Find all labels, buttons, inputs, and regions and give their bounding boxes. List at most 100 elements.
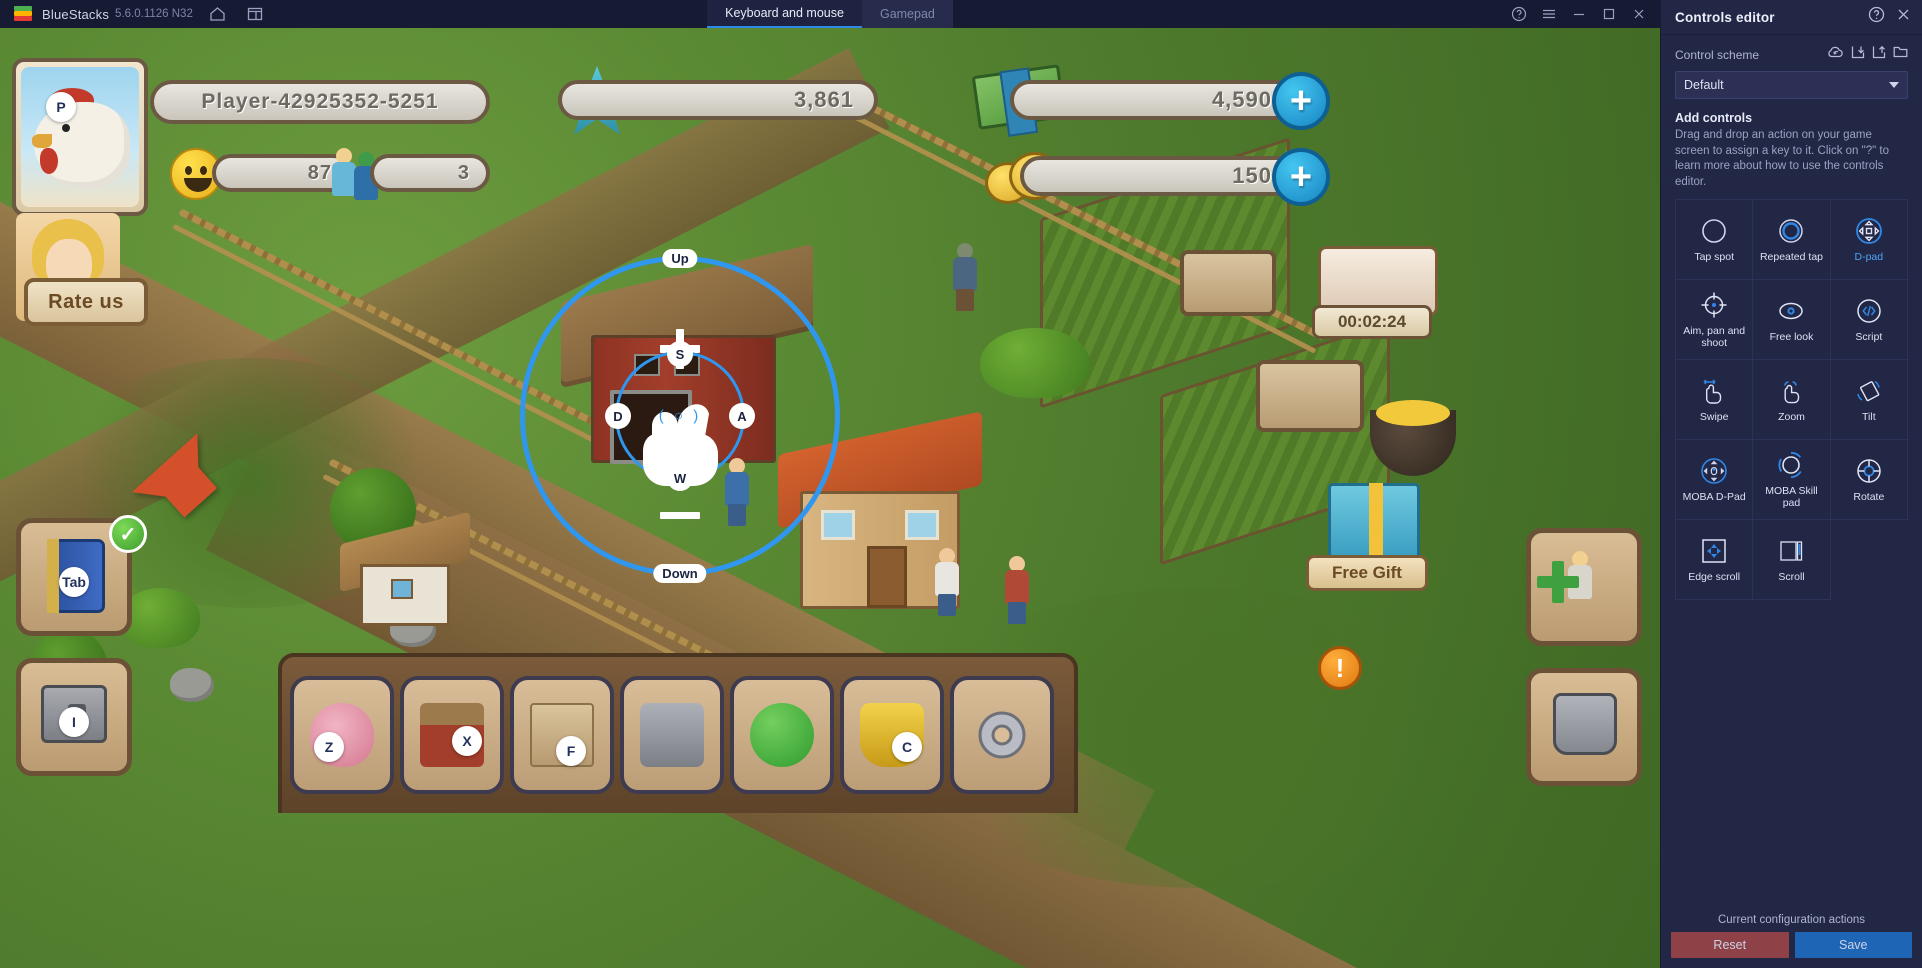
cloud-sync-icon[interactable]: [1827, 45, 1844, 64]
sign-board[interactable]: [1180, 250, 1276, 316]
folder-icon[interactable]: [1893, 45, 1908, 64]
control-tile-moba-d-pad[interactable]: MOBA D-Pad: [1676, 440, 1754, 521]
help-icon[interactable]: [1504, 0, 1534, 28]
minimize-icon[interactable]: [1564, 0, 1594, 28]
workers-counter: 3: [370, 154, 490, 192]
control-tile-free-look[interactable]: Free look: [1753, 280, 1831, 361]
player-avatar[interactable]: P: [12, 58, 148, 216]
config-actions-label: Current configuration actions: [1717, 914, 1866, 926]
bluestacks-window: BlueStacks 5.6.0.1126 N32 Keyboard and m…: [0, 0, 1922, 968]
control-tile-label: Aim, pan and shoot: [1683, 325, 1746, 350]
help-circle-icon[interactable]: [1868, 6, 1885, 28]
moba-dpad-icon: [1699, 456, 1729, 486]
control-tile-tap-spot[interactable]: Tap spot: [1676, 200, 1754, 281]
add-friend-icon: [1537, 561, 1579, 603]
toolbar-slot-pig-cart[interactable]: Z: [290, 676, 394, 794]
add-coin-button[interactable]: +: [1272, 148, 1330, 206]
window-controls: [1504, 0, 1660, 28]
close-icon[interactable]: [1624, 0, 1654, 28]
free-gift-button[interactable]: Free Gift: [1306, 555, 1428, 591]
keybind-badge-slot-1[interactable]: Z: [314, 732, 344, 762]
toolbar-slot-chat[interactable]: [730, 676, 834, 794]
toolbar-slot-settings[interactable]: [950, 676, 1054, 794]
chevron-down-icon: [1889, 82, 1899, 88]
bag-button[interactable]: [1526, 668, 1642, 786]
overlay-down-label[interactable]: Down: [653, 564, 707, 583]
overlay-key-a[interactable]: A: [729, 403, 755, 429]
lock-icon: [640, 703, 704, 767]
import-icon[interactable]: [1851, 45, 1865, 64]
game-viewport[interactable]: P Player-42925352-5251 87 3 3 3,861 4,59…: [0, 28, 1660, 968]
control-tile-edge-scroll[interactable]: Edge scroll: [1676, 520, 1754, 601]
add-cash-button[interactable]: +: [1272, 72, 1330, 130]
cash-counter: 4,590: [1010, 80, 1300, 120]
overlay-key-d[interactable]: D: [605, 403, 631, 429]
tilt-icon: [1854, 376, 1884, 406]
close-icon[interactable]: [1895, 6, 1912, 28]
control-tile-label: Tap spot: [1694, 251, 1735, 264]
keybind-badge-slot-2[interactable]: X: [452, 726, 482, 756]
control-tile-swipe[interactable]: Swipe: [1676, 360, 1754, 441]
control-tile-scroll[interactable]: Scroll: [1753, 520, 1831, 601]
control-tile-label: Free look: [1769, 331, 1814, 344]
control-tile-rotate[interactable]: Rotate: [1830, 440, 1908, 521]
toolbar-slot-barn[interactable]: X: [400, 676, 504, 794]
control-tile-tilt[interactable]: Tilt: [1830, 360, 1908, 441]
keybind-badge-avatar[interactable]: P: [46, 92, 76, 122]
gift-box-icon[interactable]: [1328, 483, 1420, 565]
sign-board[interactable]: [1256, 360, 1364, 432]
gear-icon: [970, 703, 1034, 767]
control-scheme-dropdown[interactable]: Default: [1675, 71, 1908, 99]
reset-button[interactable]: Reset: [1671, 932, 1789, 958]
control-tiles-grid: Tap spot Repeated tap D-pad Aim, pan and…: [1675, 199, 1908, 601]
control-tile-repeated-tap[interactable]: Repeated tap: [1753, 200, 1831, 281]
overlay-key-w[interactable]: W: [667, 465, 693, 491]
control-tile-label: MOBA Skill pad: [1765, 485, 1818, 510]
control-tile-script[interactable]: Script: [1830, 280, 1908, 361]
zoom-icon: [1776, 376, 1806, 406]
scarecrow[interactable]: [948, 243, 982, 323]
rock: [170, 668, 214, 702]
friends-button[interactable]: [1526, 528, 1642, 646]
keybind-badge-slot-6[interactable]: C: [892, 732, 922, 762]
home-icon[interactable]: [205, 3, 231, 25]
keybind-badge-chest[interactable]: I: [59, 707, 89, 737]
inventory-chest-button[interactable]: I: [16, 658, 132, 776]
export-icon[interactable]: [1872, 45, 1886, 64]
maximize-icon[interactable]: [1594, 0, 1624, 28]
multi-instance-icon[interactable]: [243, 3, 269, 25]
swipe-icon: [1699, 376, 1729, 406]
villager-character[interactable]: [1000, 556, 1034, 626]
toolbar-slot-boxes[interactable]: F: [510, 676, 614, 794]
controls-editor-title: Controls editor: [1675, 9, 1775, 25]
alert-badge[interactable]: !: [1318, 646, 1362, 690]
control-tile-d-pad[interactable]: D-pad: [1830, 200, 1908, 281]
control-tile-label: MOBA D-Pad: [1682, 491, 1746, 504]
rate-us-button[interactable]: Rate us: [24, 278, 148, 326]
control-tile-zoom[interactable]: Zoom: [1753, 360, 1831, 441]
save-button[interactable]: Save: [1794, 932, 1912, 958]
overlay-key-s[interactable]: S: [667, 341, 693, 367]
app-version: 5.6.0.1126 N32: [115, 8, 193, 20]
control-tile-aim-pan-and-shoot[interactable]: Aim, pan and shoot: [1676, 280, 1754, 361]
quests-book-button[interactable]: Tab ✓: [16, 515, 147, 636]
control-tile-label: Repeated tap: [1759, 251, 1824, 264]
tab-gamepad[interactable]: Gamepad: [861, 0, 953, 28]
control-tile-moba-skill-pad[interactable]: MOBA Skill pad: [1753, 440, 1831, 521]
aim-pan-shoot-icon: [1699, 290, 1729, 320]
villager-character[interactable]: [930, 548, 964, 618]
tab-keyboard-and-mouse[interactable]: Keyboard and mouse: [707, 0, 862, 28]
control-tile-label: D-pad: [1854, 251, 1884, 264]
toolbar-slot-locked[interactable]: [620, 676, 724, 794]
overlay-up-label[interactable]: Up: [662, 249, 698, 268]
moba-skill-pad-icon: [1776, 450, 1806, 480]
zoom-control-overlay[interactable]: Up Down S D A W ( ○ ): [520, 249, 840, 583]
control-scheme-section: Control scheme Default Add controls Drag…: [1661, 35, 1922, 190]
keybind-badge-slot-3[interactable]: F: [556, 736, 586, 766]
hamburger-menu-icon[interactable]: [1534, 0, 1564, 28]
control-scheme-label: Control scheme: [1675, 47, 1760, 62]
toolbar-slot-trophy[interactable]: C: [840, 676, 944, 794]
small-house-building[interactable]: [340, 511, 470, 638]
control-tile-label: Zoom: [1778, 411, 1805, 424]
keybind-badge-book[interactable]: Tab: [59, 567, 89, 597]
